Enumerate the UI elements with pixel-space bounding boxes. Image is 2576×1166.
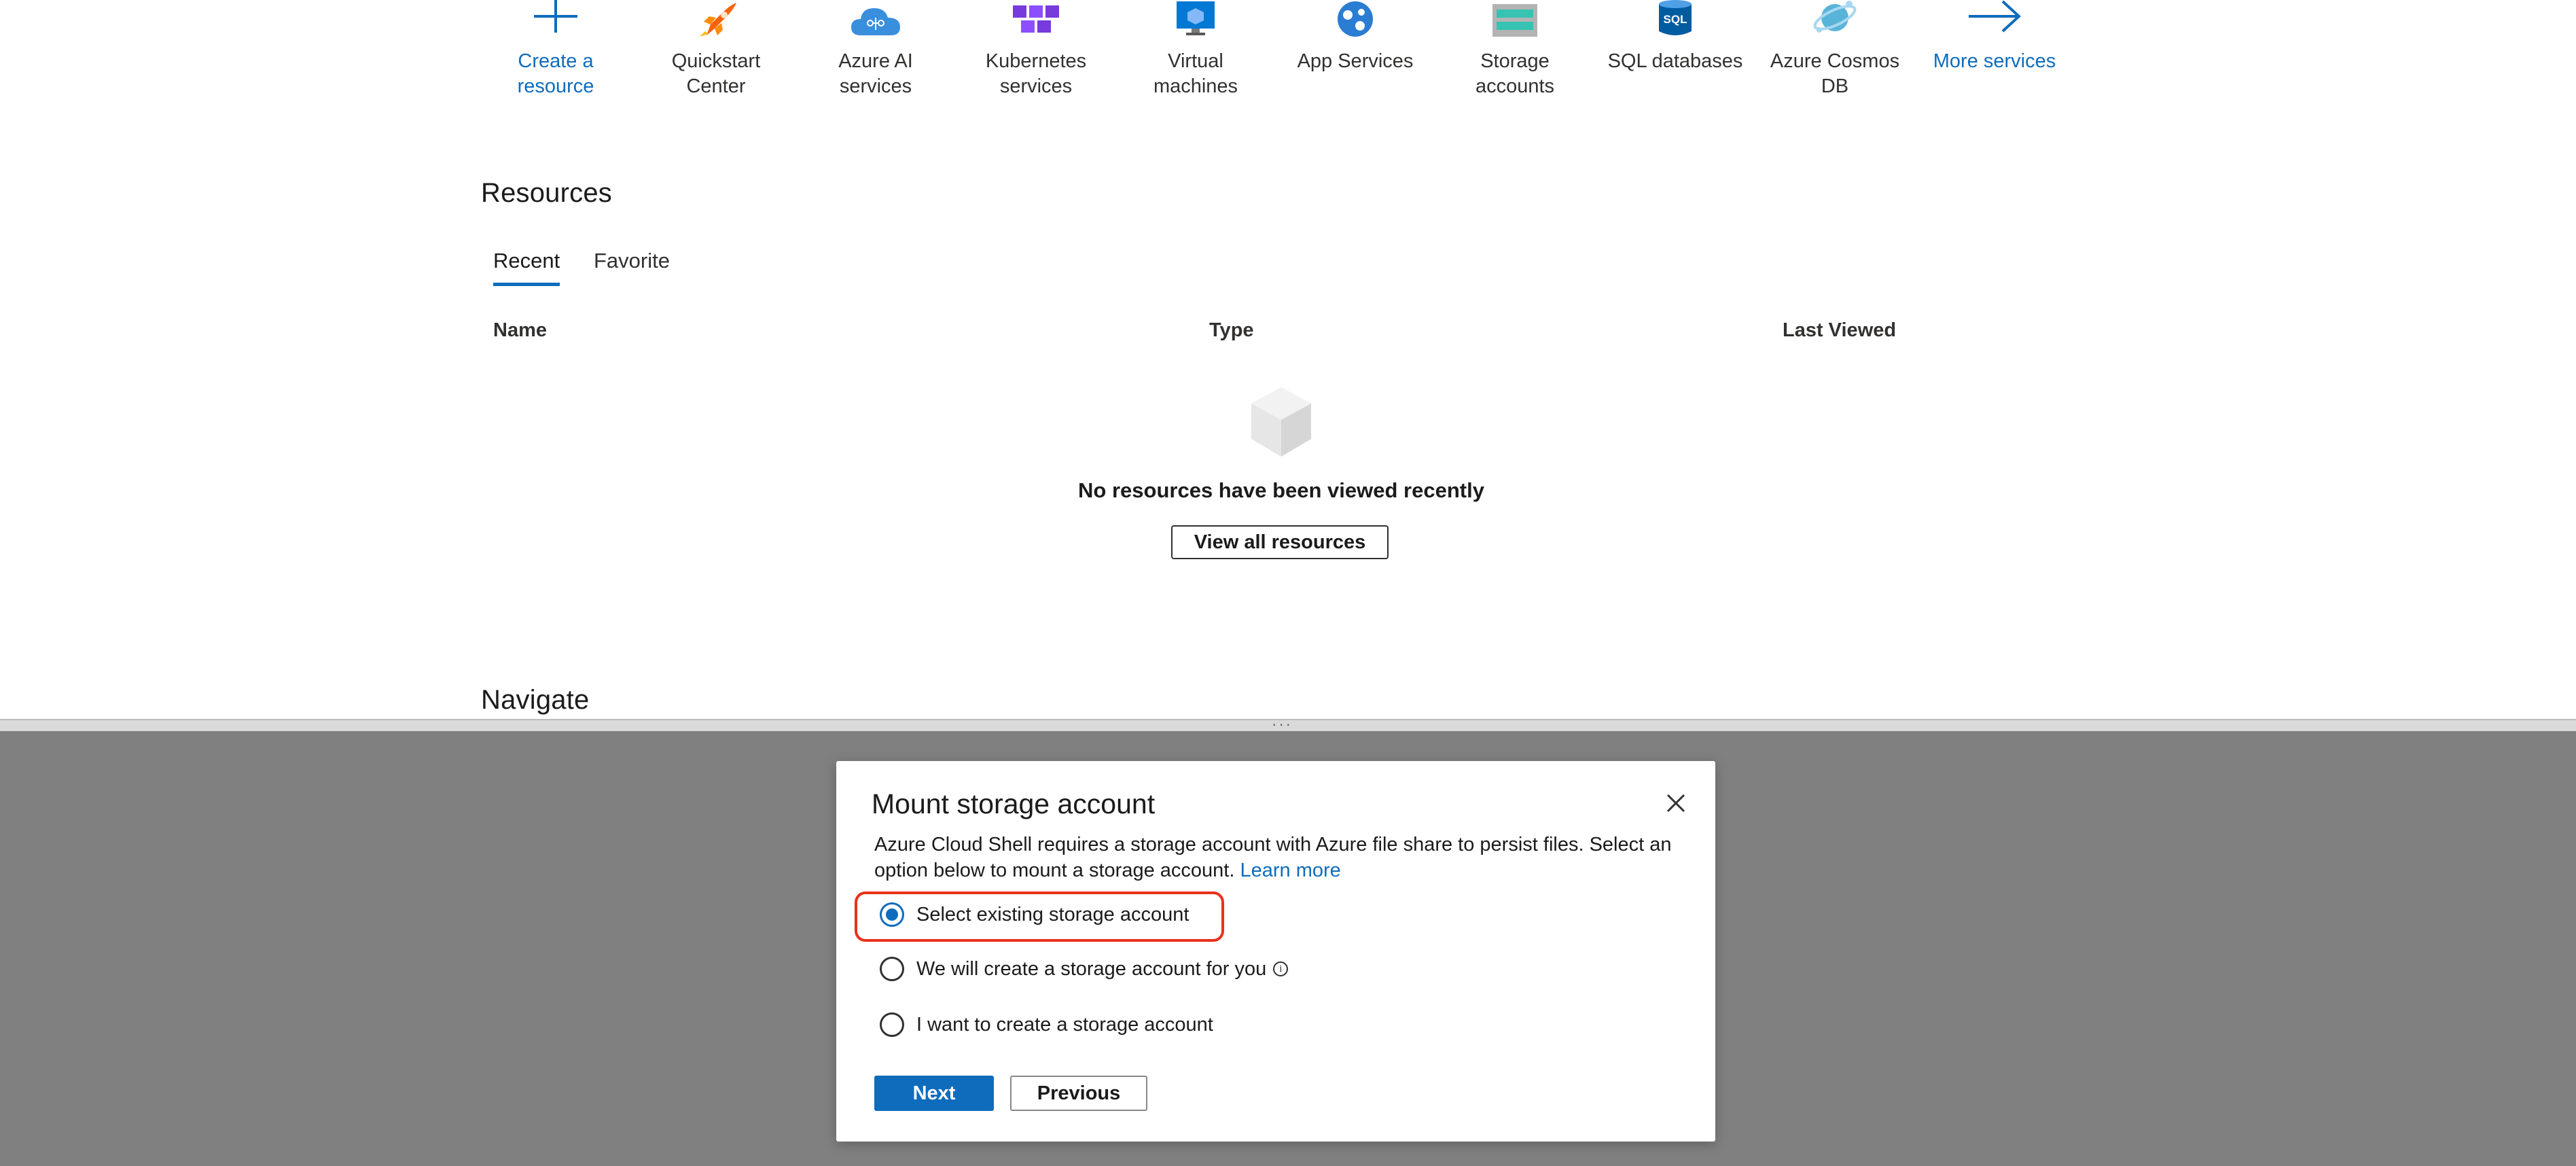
tab-favorite[interactable]: Favorite: [594, 249, 670, 283]
rocket-icon: [687, 0, 745, 37]
cube-icon: [1247, 385, 1315, 459]
kubernetes-icon: [1007, 0, 1065, 37]
azure-services-row: Create a resource Quickstart Center Azur: [0, 0, 2576, 109]
dialog-title: Mount storage account: [872, 788, 1156, 819]
service-sql-databases[interactable]: SQL SQL databases: [1600, 0, 1750, 109]
empty-state-message: No resources have been viewed recently: [1078, 478, 1484, 502]
service-label: Storage accounts: [1475, 50, 1555, 97]
service-azure-ai[interactable]: Azure AI services: [801, 0, 950, 109]
radio-button[interactable]: [880, 957, 904, 981]
service-label: App Services: [1297, 50, 1414, 72]
service-label: Create a resource: [517, 50, 594, 97]
navigate-title: Navigate: [481, 685, 590, 715]
view-all-resources-button[interactable]: View all resources: [1171, 525, 1389, 559]
service-create-resource[interactable]: Create a resource: [481, 0, 630, 109]
service-quickstart-center[interactable]: Quickstart Center: [641, 0, 791, 109]
tab-recent[interactable]: Recent: [493, 249, 560, 286]
option-create-for-you[interactable]: We will create a storage account for you…: [880, 954, 1289, 984]
column-header-name[interactable]: Name: [493, 319, 547, 342]
option-label: Select existing storage account: [916, 903, 1189, 925]
close-icon[interactable]: [1662, 790, 1689, 817]
app-services-icon: [1327, 0, 1384, 37]
mount-storage-dialog: Mount storage account Azure Cloud Shell …: [836, 761, 1715, 1142]
virtual-machine-icon: [1167, 0, 1224, 37]
service-label: Quickstart Center: [671, 50, 761, 97]
radio-button-checked[interactable]: [880, 902, 904, 927]
service-label: Azure AI services: [838, 50, 913, 97]
radio-button[interactable]: [880, 1012, 904, 1037]
option-create-myself[interactable]: I want to create a storage account: [880, 1010, 1213, 1040]
service-kubernetes[interactable]: Kubernetes services: [961, 0, 1111, 109]
column-header-type[interactable]: Type: [1209, 319, 1254, 342]
dialog-description: Azure Cloud Shell requires a storage acc…: [874, 832, 1683, 883]
service-cosmos-db[interactable]: Azure Cosmos DB: [1760, 0, 1910, 109]
storage-icon: [1486, 0, 1543, 37]
learn-more-link[interactable]: Learn more: [1240, 860, 1340, 881]
service-virtual-machines[interactable]: Virtual machines: [1121, 0, 1270, 109]
info-icon[interactable]: i: [1273, 961, 1289, 976]
cloud-ai-icon: [847, 0, 904, 37]
column-header-last-viewed[interactable]: Last Viewed: [1783, 319, 1896, 342]
service-storage-accounts[interactable]: Storage accounts: [1440, 0, 1590, 109]
next-button[interactable]: Next: [874, 1076, 994, 1111]
cosmos-db-icon: [1806, 0, 1863, 37]
service-more-services[interactable]: More services: [1920, 0, 2069, 109]
service-label: Azure Cosmos DB: [1770, 50, 1900, 97]
resources-title: Resources: [481, 178, 612, 208]
option-select-existing[interactable]: Select existing storage account: [880, 900, 1189, 930]
service-app-services[interactable]: App Services: [1281, 0, 1430, 109]
option-label: I want to create a storage account: [916, 1013, 1213, 1036]
sql-database-icon: SQL: [1647, 0, 1704, 37]
service-label: Kubernetes services: [985, 50, 1087, 97]
service-label: More services: [1933, 50, 2056, 72]
plus-icon: [527, 0, 584, 37]
option-label: We will create a storage account for you: [916, 957, 1267, 980]
arrow-right-icon: [1966, 0, 2023, 37]
svg-text:SQL: SQL: [1664, 13, 1687, 26]
service-label: Virtual machines: [1153, 50, 1238, 97]
service-label: SQL databases: [1607, 50, 1743, 72]
previous-button[interactable]: Previous: [1010, 1076, 1147, 1111]
